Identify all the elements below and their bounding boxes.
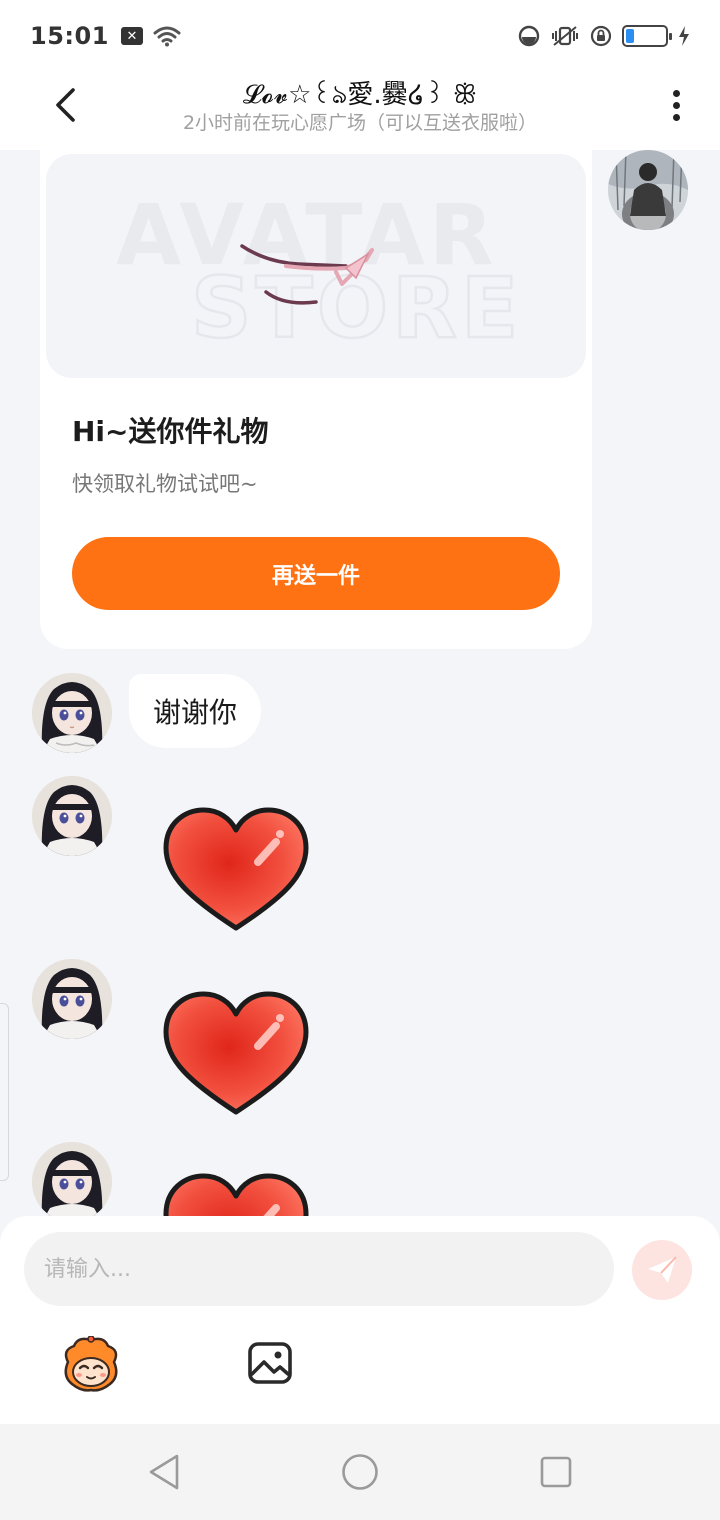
contact-avatar[interactable] <box>32 673 112 753</box>
square-recent-icon <box>540 1456 572 1488</box>
vibrate-mode-icon <box>552 26 578 46</box>
more-vertical-icon <box>672 89 680 97</box>
gift-card-message[interactable]: AVATAR STORE Hi~送你件礼物 快领取礼物试试吧~ 再送一件 <box>40 150 592 649</box>
rotation-lock-icon <box>590 25 612 47</box>
system-nav-bar <box>0 1424 720 1520</box>
status-bar: 15:01 ✕ <box>0 0 720 72</box>
circle-home-icon <box>342 1454 378 1490</box>
my-avatar[interactable] <box>608 150 688 230</box>
charging-icon <box>679 26 689 46</box>
avatar-doll-photo <box>32 959 112 1039</box>
battery-icon <box>622 25 672 47</box>
avatar-doll-photo <box>32 673 112 753</box>
avatar-store-logo: AVATAR STORE <box>116 186 520 358</box>
image-icon <box>248 1342 292 1384</box>
status-time: 15:01 <box>30 22 109 50</box>
avatar-doll-photo <box>32 1142 112 1216</box>
more-options-button[interactable] <box>656 82 696 128</box>
gift-card-subtitle: 快领取礼物试试吧~ <box>72 472 258 496</box>
paper-plane-icon <box>648 1256 677 1283</box>
contact-avatar[interactable] <box>32 776 112 856</box>
contact-avatar[interactable] <box>32 959 112 1039</box>
data-saver-icon <box>518 25 540 47</box>
send-button[interactable] <box>632 1240 692 1300</box>
heart-sticker[interactable] <box>160 1172 312 1216</box>
input-panel <box>0 1216 720 1424</box>
contact-avatar[interactable] <box>32 1142 112 1216</box>
message-input[interactable] <box>24 1232 614 1306</box>
nav-home-button[interactable] <box>340 1452 380 1492</box>
gift-image[interactable]: AVATAR STORE <box>46 154 586 378</box>
triangle-back-icon <box>149 1454 179 1490</box>
heart-sticker[interactable] <box>160 806 312 934</box>
send-another-gift-button[interactable]: 再送一件 <box>72 537 560 610</box>
nav-recent-button[interactable] <box>536 1452 576 1492</box>
heart-sticker[interactable] <box>160 990 312 1118</box>
avatar-photo-winter <box>608 150 688 230</box>
contact-status: 2小时前在玩心愿广场（可以互送衣服啦） <box>182 112 538 134</box>
status-left-icons: ✕ <box>120 25 181 47</box>
chat-header: 𝓛𝓸𝓿☆꒰ঌ愛.爨໒꒱ ꕥ 2小时前在玩心愿广场（可以互送衣服啦） <box>0 72 720 150</box>
wifi-icon <box>153 26 181 47</box>
chat-message-list[interactable]: AVATAR STORE Hi~送你件礼物 快领取礼物试试吧~ 再送一件 谢谢你 <box>0 150 720 1216</box>
nav-back-button[interactable] <box>144 1452 184 1492</box>
image-picker-button[interactable] <box>246 1340 294 1386</box>
avatar-doll-photo <box>32 776 112 856</box>
side-edge-handle[interactable] <box>0 1003 9 1181</box>
emoji-button[interactable] <box>60 1335 122 1392</box>
status-right-icons <box>518 25 690 47</box>
gift-card-title: Hi~送你件礼物 <box>72 415 269 448</box>
battery-level <box>626 29 635 43</box>
emoji-mascot-icon <box>64 1335 118 1392</box>
message-bubble[interactable]: 谢谢你 <box>129 674 262 748</box>
notification-blocked-icon: ✕ <box>120 27 143 45</box>
